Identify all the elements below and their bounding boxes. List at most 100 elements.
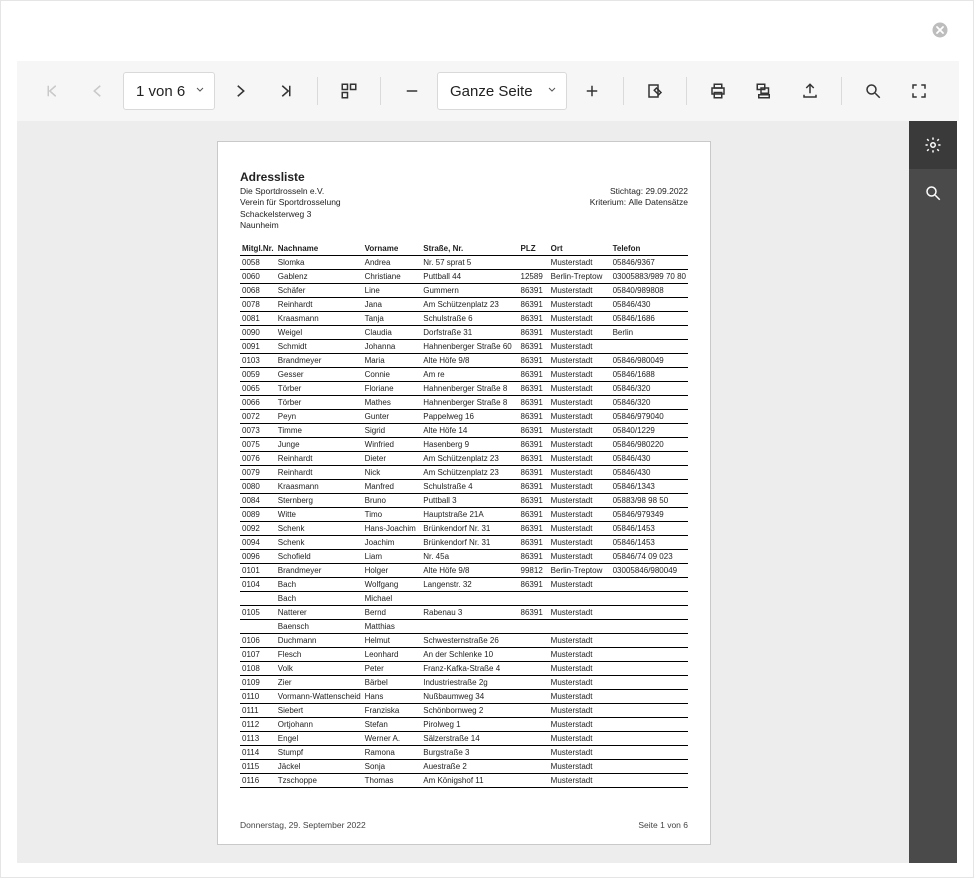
cell-ort: Musterstadt xyxy=(549,689,611,703)
cell-ort: Musterstadt xyxy=(549,521,611,535)
next-page-button[interactable] xyxy=(219,70,261,112)
last-page-button[interactable] xyxy=(265,70,307,112)
cell-str: Langenstr. 32 xyxy=(421,577,518,591)
table-row: 0084SternbergBrunoPuttball 386391Musters… xyxy=(240,493,688,507)
cell-ort: Musterstadt xyxy=(549,605,611,619)
address-table: Mitgl.Nr. Nachname Vorname Straße, Nr. P… xyxy=(240,242,688,788)
cell-tel: 05846/1688 xyxy=(611,367,688,381)
close-button[interactable] xyxy=(931,21,949,39)
viewer-workspace[interactable]: Adressliste Die Sportdrosseln e.V. Verei… xyxy=(17,121,957,863)
zoom-out-button[interactable] xyxy=(391,70,433,112)
cell-ort: Berlin-Treptow xyxy=(549,563,611,577)
cell-nach: Engel xyxy=(276,731,363,745)
cell-mgl: 0110 xyxy=(240,689,276,703)
cell-plz: 86391 xyxy=(519,325,549,339)
viewer-toolbar: 1 von 6 Ganze Seite xyxy=(17,61,959,121)
cell-plz xyxy=(519,745,549,759)
fullscreen-button[interactable] xyxy=(898,70,940,112)
cell-mgl: 0115 xyxy=(240,759,276,773)
cell-ort: Musterstadt xyxy=(549,731,611,745)
cell-nach: Junge xyxy=(276,437,363,451)
cell-ort: Musterstadt xyxy=(549,395,611,409)
cell-vor: Michael xyxy=(363,591,422,605)
col-header-strasse: Straße, Nr. xyxy=(421,242,518,256)
cell-plz xyxy=(519,633,549,647)
cell-mgl: 0058 xyxy=(240,255,276,269)
cell-tel: 05846/430 xyxy=(611,465,688,479)
org-city: Naunheim xyxy=(240,220,341,231)
thumbnails-button[interactable] xyxy=(328,70,370,112)
cell-vor: Leonhard xyxy=(363,647,422,661)
cell-mgl: 0068 xyxy=(240,283,276,297)
cell-vor: Franziska xyxy=(363,703,422,717)
cell-nach: Törber xyxy=(276,395,363,409)
print-button[interactable] xyxy=(697,70,739,112)
cell-mgl: 0104 xyxy=(240,577,276,591)
first-page-button[interactable] xyxy=(31,70,73,112)
cell-tel: 05846/320 xyxy=(611,395,688,409)
cell-str: Puttball 44 xyxy=(421,269,518,283)
cell-plz: 86391 xyxy=(519,297,549,311)
cell-ort: Musterstadt xyxy=(549,311,611,325)
print-all-button[interactable] xyxy=(743,70,785,112)
cell-vor: Stefan xyxy=(363,717,422,731)
cell-plz: 86391 xyxy=(519,283,549,297)
table-row: 0115JäckelSonjaAuestraße 2Musterstadt xyxy=(240,759,688,773)
zoom-select[interactable]: Ganze Seite xyxy=(437,72,567,110)
cell-nach: Reinhardt xyxy=(276,465,363,479)
cell-mgl: 0073 xyxy=(240,423,276,437)
stichtag-value: 29.09.2022 xyxy=(645,186,688,196)
cell-plz: 86391 xyxy=(519,437,549,451)
page-select[interactable]: 1 von 6 xyxy=(123,72,215,110)
cell-ort: Musterstadt xyxy=(549,339,611,353)
cell-plz: 86391 xyxy=(519,577,549,591)
export-button[interactable] xyxy=(789,70,831,112)
edit-button[interactable] xyxy=(634,70,676,112)
cell-tel xyxy=(611,577,688,591)
cell-nach: Sternberg xyxy=(276,493,363,507)
prev-page-button[interactable] xyxy=(77,70,119,112)
cell-nach: Volk xyxy=(276,661,363,675)
cell-mgl: 0096 xyxy=(240,549,276,563)
table-row: 0116TzschoppeThomasAm Königshof 11Muster… xyxy=(240,773,688,787)
cell-vor: Joachim xyxy=(363,535,422,549)
table-row: 0096SchofieldLiamNr. 45a86391Musterstadt… xyxy=(240,549,688,563)
cell-nach: Schenk xyxy=(276,535,363,549)
zoom-in-button[interactable] xyxy=(571,70,613,112)
cell-nach: Zier xyxy=(276,675,363,689)
cell-plz: 86391 xyxy=(519,479,549,493)
cell-ort: Musterstadt xyxy=(549,675,611,689)
cell-str: Auestraße 2 xyxy=(421,759,518,773)
cell-nach: Schäfer xyxy=(276,283,363,297)
search-button[interactable] xyxy=(852,70,894,112)
cell-mgl: 0081 xyxy=(240,311,276,325)
cell-str: Nußbaumweg 34 xyxy=(421,689,518,703)
footer-date: Donnerstag, 29. September 2022 xyxy=(240,820,366,830)
cell-plz: 86391 xyxy=(519,395,549,409)
zoom-select-label: Ganze Seite xyxy=(450,83,533,100)
cell-ort: Musterstadt xyxy=(549,703,611,717)
cell-mgl: 0076 xyxy=(240,451,276,465)
cell-vor: Thomas xyxy=(363,773,422,787)
cell-mgl: 0091 xyxy=(240,339,276,353)
cell-plz: 86391 xyxy=(519,521,549,535)
cell-ort: Musterstadt xyxy=(549,507,611,521)
table-row: 0092SchenkHans-JoachimBrünkendorf Nr. 31… xyxy=(240,521,688,535)
search-panel-button[interactable] xyxy=(909,169,957,217)
cell-vor: Helmut xyxy=(363,633,422,647)
footer-page: Seite 1 von 6 xyxy=(638,820,688,830)
cell-tel xyxy=(611,731,688,745)
cell-mgl: 0107 xyxy=(240,647,276,661)
cell-tel xyxy=(611,759,688,773)
settings-button[interactable] xyxy=(909,121,957,169)
cell-plz xyxy=(519,703,549,717)
cell-str xyxy=(421,591,518,605)
cell-ort: Musterstadt xyxy=(549,493,611,507)
cell-str: Industriestraße 2g xyxy=(421,675,518,689)
cell-tel: 05846/979349 xyxy=(611,507,688,521)
cell-mgl: 0060 xyxy=(240,269,276,283)
cell-plz xyxy=(519,675,549,689)
cell-vor: Nick xyxy=(363,465,422,479)
cell-ort: Musterstadt xyxy=(549,745,611,759)
cell-mgl: 0094 xyxy=(240,535,276,549)
